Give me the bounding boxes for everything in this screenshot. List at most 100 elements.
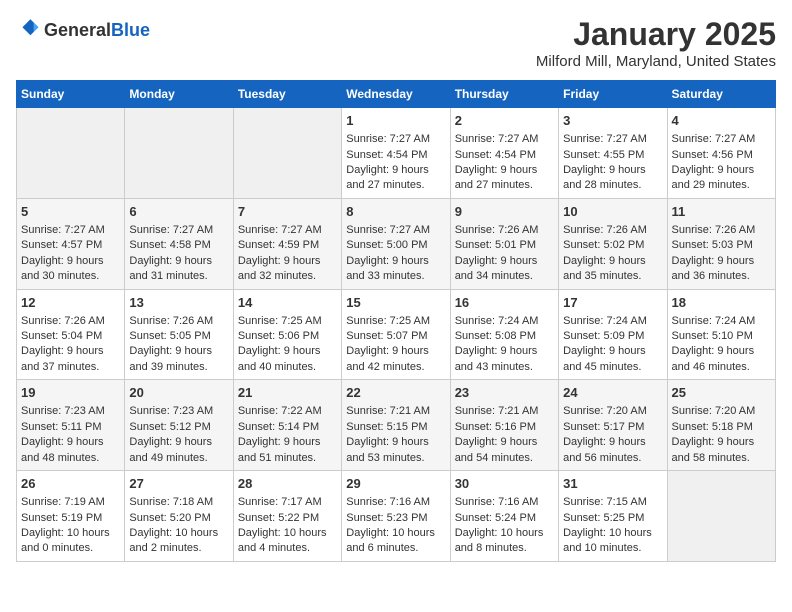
weekday-header: Friday: [559, 81, 667, 108]
day-number: 15: [346, 294, 445, 312]
calendar-cell: 27 Sunrise: 7:18 AMSunset: 5:20 PMDayligh…: [125, 471, 233, 562]
day-number: 13: [129, 294, 228, 312]
day-info: Sunrise: 7:20 AMSunset: 5:17 PMDaylight:…: [563, 405, 647, 463]
calendar-cell: 31 Sunrise: 7:15 AMSunset: 5:25 PMDayligh…: [559, 471, 667, 562]
calendar-week-row: 12Sunrise: 7:26 AMSunset: 5:04 PMDayligh…: [17, 289, 776, 380]
day-info: Sunrise: 7:24 AMSunset: 5:09 PMDaylight:…: [563, 315, 647, 373]
calendar-cell: 3 Sunrise: 7:27 AMSunset: 4:55 PMDaylight…: [559, 108, 667, 199]
calendar-table: SundayMondayTuesdayWednesdayThursdayFrid…: [16, 80, 776, 562]
weekday-header: Saturday: [667, 81, 775, 108]
day-number: 12: [21, 294, 120, 312]
calendar-cell: 23Sunrise: 7:21 AMSunset: 5:16 PMDayligh…: [450, 380, 558, 471]
day-info: Sunrise: 7:27 AMSunset: 4:54 PMDaylight:…: [455, 133, 539, 191]
calendar-week-row: 1 Sunrise: 7:27 AMSunset: 4:54 PMDaylight…: [17, 108, 776, 199]
day-number: 21: [238, 384, 337, 402]
weekday-row: SundayMondayTuesdayWednesdayThursdayFrid…: [17, 81, 776, 108]
logo-text-general: General: [44, 21, 111, 41]
weekday-header: Thursday: [450, 81, 558, 108]
day-number: 4: [672, 112, 771, 130]
day-number: 20: [129, 384, 228, 402]
calendar-cell: 28 Sunrise: 7:17 AMSunset: 5:22 PMDayligh…: [233, 471, 341, 562]
calendar-title: January 2025: [536, 16, 776, 53]
day-info: Sunrise: 7:23 AMSunset: 5:12 PMDaylight:…: [129, 405, 213, 463]
day-info: Sunrise: 7:16 AMSunset: 5:23 PMDaylight:…: [346, 496, 435, 554]
calendar-cell: 26 Sunrise: 7:19 AMSunset: 5:19 PMDayligh…: [17, 471, 125, 562]
logo: General Blue: [16, 16, 150, 45]
calendar-cell: 7Sunrise: 7:27 AMSunset: 4:59 PMDaylight…: [233, 198, 341, 289]
calendar-cell: 18 Sunrise: 7:24 AMSunset: 5:10 PMDayligh…: [667, 289, 775, 380]
day-info: Sunrise: 7:27 AMSunset: 5:00 PMDaylight:…: [346, 224, 430, 282]
day-info: Sunrise: 7:27 AMSunset: 4:54 PMDaylight:…: [346, 133, 430, 191]
calendar-cell: 10Sunrise: 7:26 AMSunset: 5:02 PMDayligh…: [559, 198, 667, 289]
calendar-week-row: 5Sunrise: 7:27 AMSunset: 4:57 PMDaylight…: [17, 198, 776, 289]
day-number: 27: [129, 475, 228, 493]
day-info: Sunrise: 7:21 AMSunset: 5:15 PMDaylight:…: [346, 405, 430, 463]
day-info: Sunrise: 7:26 AMSunset: 5:05 PMDaylight:…: [129, 315, 213, 373]
calendar-cell: 2 Sunrise: 7:27 AMSunset: 4:54 PMDaylight…: [450, 108, 558, 199]
calendar-cell: 30Sunrise: 7:16 AMSunset: 5:24 PMDayligh…: [450, 471, 558, 562]
day-number: 1: [346, 112, 445, 130]
calendar-cell: 5Sunrise: 7:27 AMSunset: 4:57 PMDaylight…: [17, 198, 125, 289]
day-number: 25: [672, 384, 771, 402]
day-info: Sunrise: 7:27 AMSunset: 4:58 PMDaylight:…: [129, 224, 213, 282]
calendar-cell: 9 Sunrise: 7:26 AMSunset: 5:01 PMDaylight…: [450, 198, 558, 289]
day-number: 18: [672, 294, 771, 312]
calendar-cell: [667, 471, 775, 562]
calendar-subtitle: Milford Mill, Maryland, United States: [536, 53, 776, 70]
calendar-cell: 20 Sunrise: 7:23 AMSunset: 5:12 PMDayligh…: [125, 380, 233, 471]
calendar-cell: 6 Sunrise: 7:27 AMSunset: 4:58 PMDaylight…: [125, 198, 233, 289]
calendar-cell: 25Sunrise: 7:20 AMSunset: 5:18 PMDayligh…: [667, 380, 775, 471]
day-info: Sunrise: 7:24 AMSunset: 5:08 PMDaylight:…: [455, 315, 539, 373]
day-info: Sunrise: 7:22 AMSunset: 5:14 PMDaylight:…: [238, 405, 322, 463]
calendar-cell: 14Sunrise: 7:25 AMSunset: 5:06 PMDayligh…: [233, 289, 341, 380]
calendar-cell: 13 Sunrise: 7:26 AMSunset: 5:05 PMDayligh…: [125, 289, 233, 380]
day-number: 9: [455, 203, 554, 221]
calendar-cell: 12Sunrise: 7:26 AMSunset: 5:04 PMDayligh…: [17, 289, 125, 380]
day-number: 28: [238, 475, 337, 493]
day-info: Sunrise: 7:15 AMSunset: 5:25 PMDaylight:…: [563, 496, 652, 554]
day-info: Sunrise: 7:16 AMSunset: 5:24 PMDaylight:…: [455, 496, 544, 554]
day-number: 31: [563, 475, 662, 493]
day-number: 24: [563, 384, 662, 402]
weekday-header: Sunday: [17, 81, 125, 108]
calendar-cell: 1 Sunrise: 7:27 AMSunset: 4:54 PMDaylight…: [342, 108, 450, 199]
header: General Blue January 2025 Milford Mill, …: [16, 16, 776, 70]
day-info: Sunrise: 7:19 AMSunset: 5:19 PMDaylight:…: [21, 496, 110, 554]
calendar-cell: 11 Sunrise: 7:26 AMSunset: 5:03 PMDayligh…: [667, 198, 775, 289]
calendar-cell: 22 Sunrise: 7:21 AMSunset: 5:15 PMDayligh…: [342, 380, 450, 471]
day-number: 11: [672, 203, 771, 221]
day-number: 2: [455, 112, 554, 130]
day-number: 22: [346, 384, 445, 402]
day-info: Sunrise: 7:27 AMSunset: 4:59 PMDaylight:…: [238, 224, 322, 282]
weekday-header: Wednesday: [342, 81, 450, 108]
day-number: 5: [21, 203, 120, 221]
calendar-cell: [17, 108, 125, 199]
logo-icon: [16, 16, 40, 40]
calendar-week-row: 26 Sunrise: 7:19 AMSunset: 5:19 PMDayligh…: [17, 471, 776, 562]
day-number: 10: [563, 203, 662, 221]
day-info: Sunrise: 7:27 AMSunset: 4:55 PMDaylight:…: [563, 133, 647, 191]
day-info: Sunrise: 7:24 AMSunset: 5:10 PMDaylight:…: [672, 315, 756, 373]
day-info: Sunrise: 7:18 AMSunset: 5:20 PMDaylight:…: [129, 496, 218, 554]
day-info: Sunrise: 7:21 AMSunset: 5:16 PMDaylight:…: [455, 405, 539, 463]
day-number: 6: [129, 203, 228, 221]
calendar-cell: [125, 108, 233, 199]
calendar-cell: 16Sunrise: 7:24 AMSunset: 5:08 PMDayligh…: [450, 289, 558, 380]
calendar-cell: [233, 108, 341, 199]
day-info: Sunrise: 7:23 AMSunset: 5:11 PMDaylight:…: [21, 405, 105, 463]
day-info: Sunrise: 7:26 AMSunset: 5:03 PMDaylight:…: [672, 224, 756, 282]
calendar-header: SundayMondayTuesdayWednesdayThursdayFrid…: [17, 81, 776, 108]
day-number: 3: [563, 112, 662, 130]
calendar-week-row: 19 Sunrise: 7:23 AMSunset: 5:11 PMDayligh…: [17, 380, 776, 471]
day-info: Sunrise: 7:27 AMSunset: 4:56 PMDaylight:…: [672, 133, 756, 191]
day-number: 26: [21, 475, 120, 493]
day-number: 8: [346, 203, 445, 221]
day-info: Sunrise: 7:17 AMSunset: 5:22 PMDaylight:…: [238, 496, 327, 554]
calendar-cell: 17Sunrise: 7:24 AMSunset: 5:09 PMDayligh…: [559, 289, 667, 380]
day-info: Sunrise: 7:26 AMSunset: 5:01 PMDaylight:…: [455, 224, 539, 282]
calendar-cell: 29Sunrise: 7:16 AMSunset: 5:23 PMDayligh…: [342, 471, 450, 562]
calendar-cell: 4 Sunrise: 7:27 AMSunset: 4:56 PMDaylight…: [667, 108, 775, 199]
weekday-header: Tuesday: [233, 81, 341, 108]
calendar-cell: 15Sunrise: 7:25 AMSunset: 5:07 PMDayligh…: [342, 289, 450, 380]
day-number: 19: [21, 384, 120, 402]
